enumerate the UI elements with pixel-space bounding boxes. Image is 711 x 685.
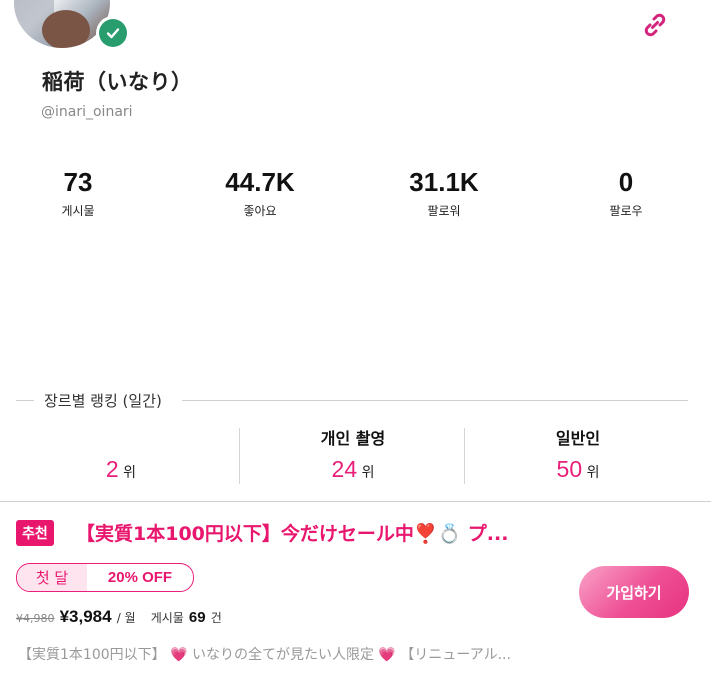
stat-label: 게시물 bbox=[61, 204, 95, 218]
current-price: ¥3,984 bbox=[59, 607, 112, 626]
stat-label: 좋아요 bbox=[243, 204, 277, 218]
ranking-unit: 위 bbox=[586, 465, 600, 481]
display-name: 稲荷（いなり） bbox=[42, 70, 193, 94]
plan-title[interactable]: 【実質1本100円以下】今だけセール中❣️💍 プ... bbox=[76, 519, 508, 546]
ranking-unit: 위 bbox=[361, 465, 375, 481]
avatar[interactable] bbox=[14, 0, 110, 48]
promo-first-month: 첫 달 bbox=[17, 564, 87, 591]
link-icon[interactable] bbox=[640, 10, 670, 40]
ranking-category bbox=[8, 428, 234, 450]
posts-label: 게시물 bbox=[150, 611, 184, 625]
ranking-list: 2 위 개인 촬영 24 위 일반인 50 위 bbox=[0, 428, 711, 484]
ranking-title: 장르별 랭킹 (일간) bbox=[40, 390, 166, 411]
divider bbox=[239, 428, 240, 484]
ranking-item[interactable]: 개인 촬영 24 위 bbox=[240, 428, 466, 484]
divider bbox=[16, 400, 34, 401]
stat-value: 44.7K bbox=[225, 167, 295, 197]
join-button[interactable]: 가입하기 bbox=[579, 566, 689, 618]
ranking-position: 50 위 bbox=[465, 456, 691, 483]
promo-badge: 첫 달 20% OFF bbox=[16, 563, 194, 592]
price-period: / 월 bbox=[116, 611, 136, 625]
verified-badge bbox=[96, 16, 130, 50]
ranking-header: 장르별 랭킹 (일간) bbox=[16, 390, 688, 411]
plan-description: 【実質1本100円以下】 💗 いなりの全てが見たい人限定 💗 【リニューアル..… bbox=[18, 647, 511, 663]
promo-discount: 20% OFF bbox=[107, 569, 173, 586]
price-row: ¥4,980 ¥3,984 / 월 게시물 69 건 bbox=[16, 607, 222, 627]
user-handle: @inari_oinari bbox=[41, 104, 133, 120]
profile-stats: 73 게시물 44.7K 좋아요 31.1K 팔로워 0 팔로우 bbox=[0, 166, 711, 226]
old-price: ¥4,980 bbox=[16, 612, 55, 625]
posts-unit: 건 bbox=[210, 611, 222, 625]
stat-followers[interactable]: 31.1K 팔로워 bbox=[374, 166, 514, 219]
stat-label: 팔로워 bbox=[427, 204, 461, 218]
ranking-unit: 위 bbox=[123, 465, 137, 481]
ranking-number: 2 bbox=[105, 456, 119, 482]
ranking-item[interactable]: 일반인 50 위 bbox=[465, 428, 691, 484]
stat-label: 팔로우 bbox=[609, 204, 643, 218]
check-icon bbox=[99, 19, 127, 47]
ranking-position: 24 위 bbox=[240, 456, 466, 483]
ranking-item[interactable]: 2 위 bbox=[8, 428, 234, 484]
recommended-badge: 추천 bbox=[16, 520, 54, 546]
avatar-detail bbox=[42, 10, 90, 48]
ranking-number: 24 bbox=[331, 456, 358, 482]
stat-following[interactable]: 0 팔로우 bbox=[556, 166, 696, 219]
ranking-position: 2 위 bbox=[8, 456, 234, 483]
stat-value: 31.1K bbox=[409, 167, 479, 197]
ranking-category: 일반인 bbox=[555, 429, 601, 448]
ranking-category: 개인 촬영 bbox=[320, 429, 386, 448]
stat-value: 0 bbox=[618, 167, 634, 197]
divider bbox=[0, 501, 711, 502]
posts-count: 69 bbox=[188, 609, 206, 626]
stat-likes[interactable]: 44.7K 좋아요 bbox=[190, 166, 330, 219]
stat-value: 73 bbox=[63, 167, 93, 197]
stat-posts[interactable]: 73 게시물 bbox=[8, 166, 148, 219]
profile-page: 稲荷（いなり） @inari_oinari 73 게시물 44.7K 좋아요 3… bbox=[0, 0, 711, 685]
divider bbox=[464, 428, 465, 484]
ranking-number: 50 bbox=[556, 456, 583, 482]
divider bbox=[182, 400, 688, 401]
